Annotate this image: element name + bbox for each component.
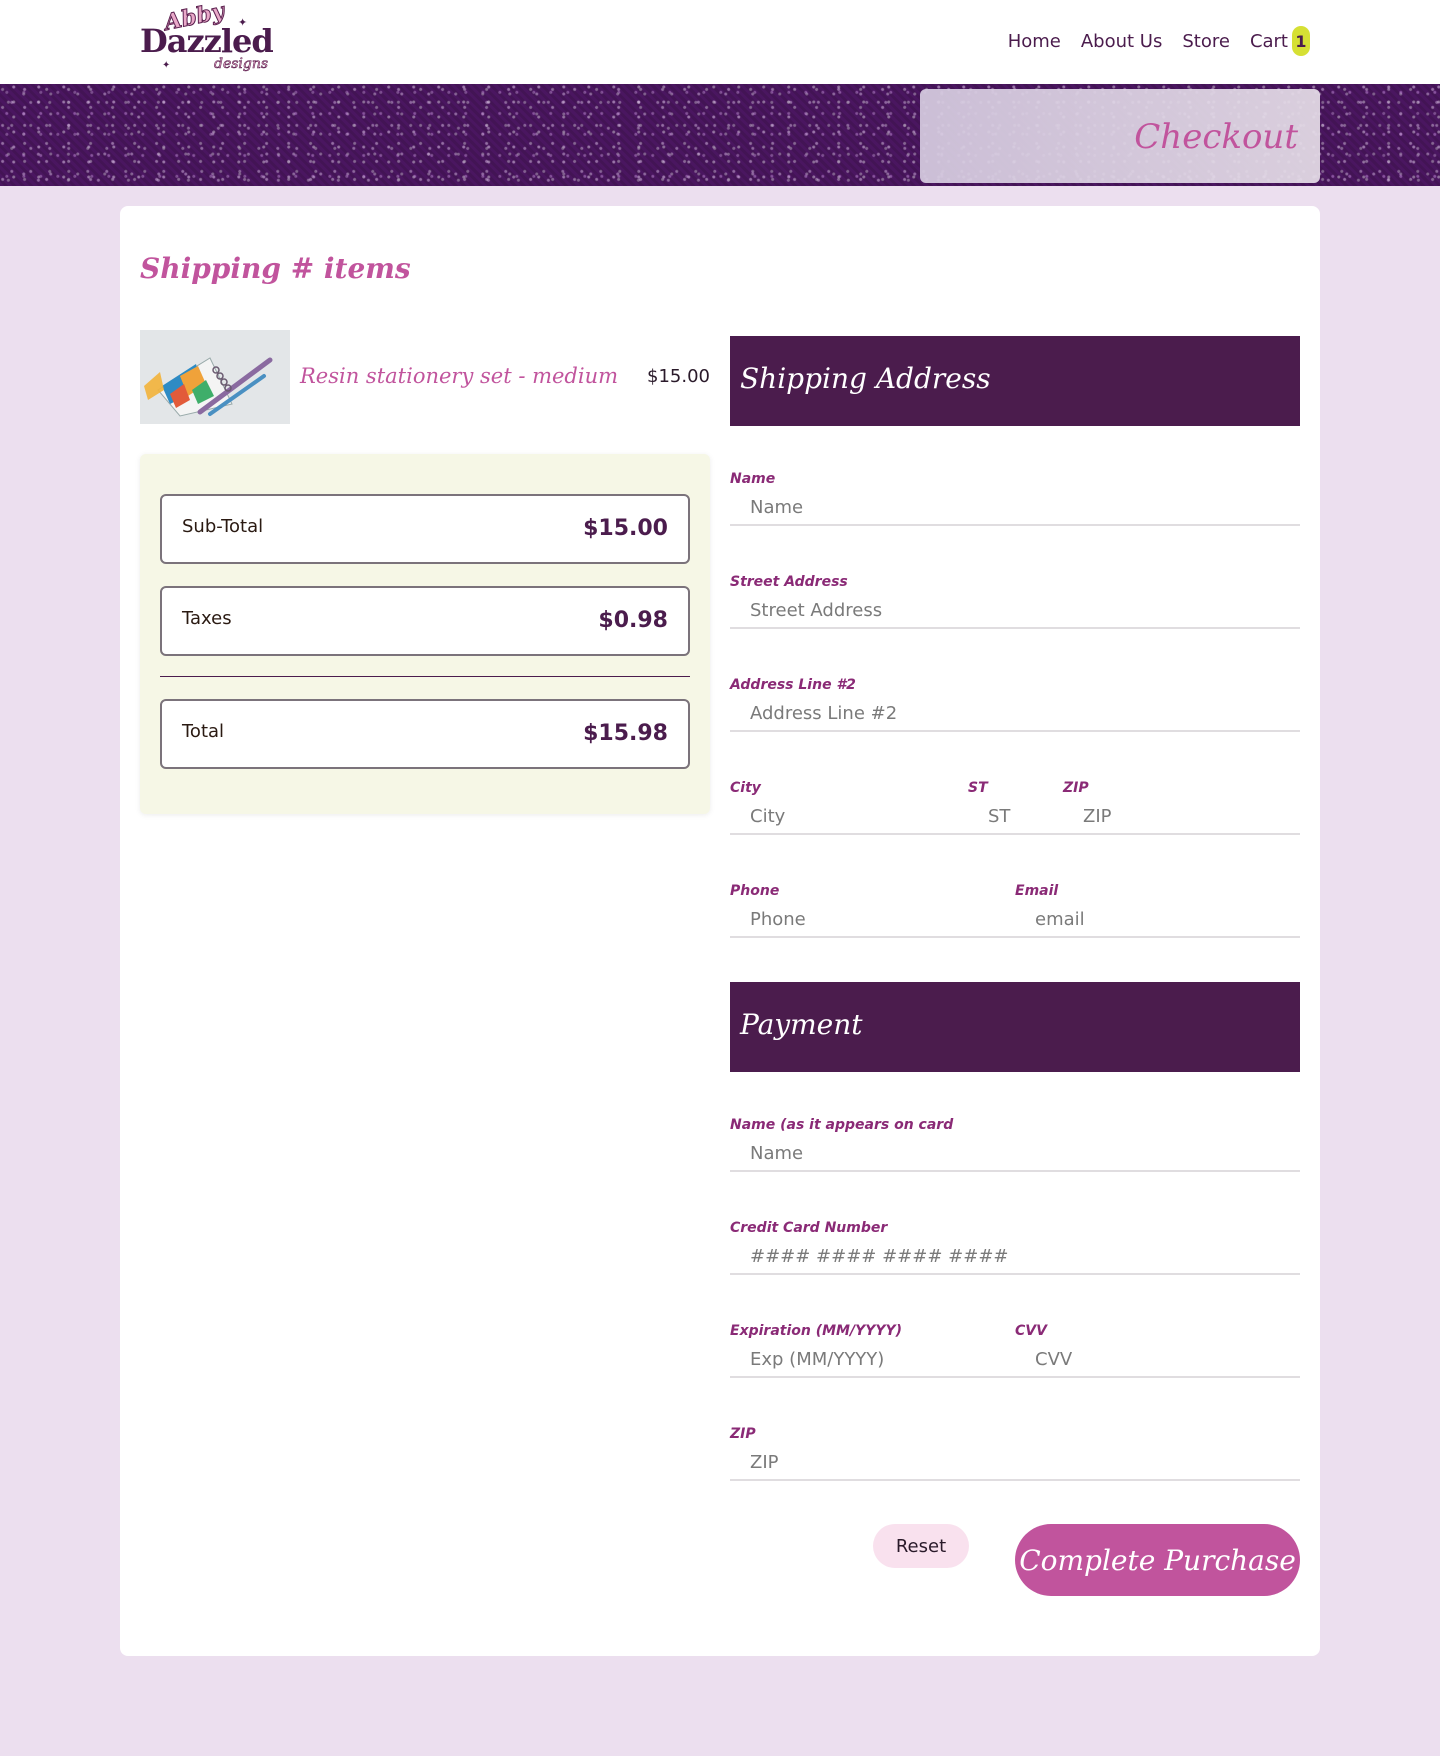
nav-home-link[interactable]: Home [1008, 31, 1061, 52]
phone-input[interactable] [730, 902, 1015, 938]
item-price: $15.00 [647, 366, 710, 387]
cvv-label: CVV [1015, 1323, 1047, 1339]
total-value: $15.98 [583, 721, 668, 746]
nav-cart-label: Cart [1249, 30, 1288, 52]
cart-item: Resin stationery set - medium $15.00 [140, 330, 710, 424]
shipping-name-label: Name [730, 471, 776, 487]
summary-divider [160, 676, 690, 677]
shipping-zip-input[interactable] [1063, 799, 1300, 835]
total-label: Total [182, 721, 225, 742]
email-input[interactable] [1015, 902, 1300, 938]
email-field: Email [1015, 880, 1300, 938]
email-label: Email [1015, 883, 1059, 899]
logo-main-text: Dazzled [140, 22, 274, 60]
city-field: City [730, 777, 968, 835]
expiration-field: Expiration (MM/YYYY) [730, 1320, 1015, 1378]
nav-cart-link[interactable]: Cart 1 [1250, 26, 1310, 56]
state-label: ST [968, 780, 988, 796]
site-header: Abby ✦ Dazzled ✦ designs Home About Us S… [0, 0, 1440, 84]
taxes-row: Taxes $0.98 [160, 586, 690, 656]
reset-button[interactable]: Reset [873, 1524, 969, 1568]
brand-logo[interactable]: Abby ✦ Dazzled ✦ designs [138, 0, 274, 80]
card-name-input[interactable] [730, 1136, 1300, 1172]
sparkle-icon: ✦ [162, 60, 171, 71]
payment-zip-label: ZIP [730, 1426, 756, 1442]
shipping-header: Shipping Address [730, 336, 1300, 426]
hero-title-card: Checkout [920, 89, 1320, 183]
nav-about-link[interactable]: About Us [1081, 31, 1163, 52]
shipping-zip-label: ZIP [1063, 780, 1089, 796]
complete-purchase-button[interactable]: Complete Purchase [1015, 1524, 1300, 1596]
card-name-field: Name (as it appears on card [730, 1114, 1300, 1172]
cart-section-title: Shipping # items [140, 252, 411, 285]
total-row: Total $15.98 [160, 699, 690, 769]
address-line2-input[interactable] [730, 696, 1300, 732]
street-input[interactable] [730, 593, 1300, 629]
card-number-label: Credit Card Number [730, 1220, 888, 1236]
payment-zip-input[interactable] [730, 1445, 1300, 1481]
state-input[interactable] [968, 799, 1063, 835]
expiration-input[interactable] [730, 1342, 1015, 1378]
city-label: City [730, 780, 761, 796]
card-name-label: Name (as it appears on card [730, 1117, 954, 1133]
shipping-heading: Shipping Address [740, 362, 991, 395]
hero-banner: Checkout [0, 84, 1440, 186]
payment-heading: Payment [740, 1008, 863, 1041]
shipping-name-field: Name [730, 468, 1300, 526]
shipping-zip-field: ZIP [1063, 777, 1300, 835]
checkout-card: Shipping # items Resin stationery set - … [120, 206, 1320, 1656]
shipping-name-input[interactable] [730, 490, 1300, 526]
item-name[interactable]: Resin stationery set - medium [300, 364, 618, 388]
page-title: Checkout [1134, 117, 1298, 157]
subtotal-row: Sub-Total $15.00 [160, 494, 690, 564]
subtotal-value: $15.00 [583, 516, 668, 541]
taxes-value: $0.98 [598, 608, 668, 633]
payment-zip-field: ZIP [730, 1423, 1300, 1481]
cart-count-badge: 1 [1292, 26, 1310, 56]
main-nav: Home About Us Store Cart 1 [1008, 26, 1310, 56]
logo-sub-text: designs [214, 56, 269, 73]
cvv-input[interactable] [1015, 1342, 1300, 1378]
subtotal-label: Sub-Total [182, 516, 264, 537]
product-thumbnail[interactable] [140, 330, 290, 424]
address-line2-label: Address Line #2 [730, 677, 856, 693]
phone-label: Phone [730, 883, 780, 899]
card-number-field: Credit Card Number [730, 1217, 1300, 1275]
nav-store-link[interactable]: Store [1182, 31, 1230, 52]
cvv-field: CVV [1015, 1320, 1300, 1378]
payment-header: Payment [730, 982, 1300, 1072]
city-input[interactable] [730, 799, 968, 835]
state-field: ST [968, 777, 1063, 835]
stationery-image-icon [140, 330, 290, 424]
expiration-label: Expiration (MM/YYYY) [730, 1323, 903, 1339]
address-line2-field: Address Line #2 [730, 674, 1300, 732]
street-field: Street Address [730, 571, 1300, 629]
card-number-input[interactable] [730, 1239, 1300, 1275]
phone-field: Phone [730, 880, 1015, 938]
taxes-label: Taxes [182, 608, 232, 629]
street-label: Street Address [730, 574, 848, 590]
order-summary: Sub-Total $15.00 Taxes $0.98 Total $15.9… [140, 454, 710, 814]
